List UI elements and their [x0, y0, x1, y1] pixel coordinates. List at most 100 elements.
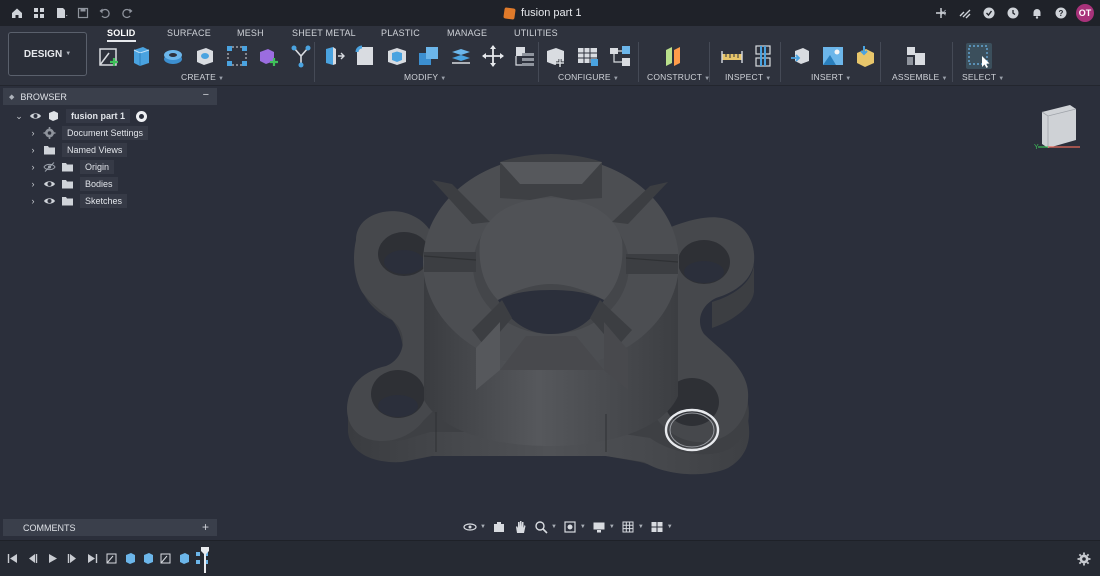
insert-derive-icon[interactable] — [788, 43, 814, 69]
insert-canvas-icon[interactable] — [820, 43, 846, 69]
help-icon[interactable]: ? — [1052, 4, 1070, 22]
tab-manage[interactable]: MANAGE — [447, 28, 487, 38]
timeline-extrude-icon[interactable] — [140, 550, 155, 565]
tree-item-named-views[interactable]: › Named Views — [28, 142, 128, 158]
tree-item-root[interactable]: ⌄ fusion part 1 — [14, 108, 148, 124]
timeline-sketch-icon[interactable] — [104, 550, 119, 565]
canvas-viewport[interactable] — [0, 86, 1100, 540]
activate-radio-icon[interactable] — [136, 110, 148, 122]
tab-surface[interactable]: SURFACE — [167, 28, 211, 38]
eye-icon[interactable] — [28, 110, 42, 122]
extrude-icon[interactable] — [128, 43, 154, 69]
fit-icon[interactable] — [562, 519, 578, 535]
grid-settings-icon[interactable] — [620, 519, 636, 535]
configuration-table-icon[interactable] — [575, 43, 601, 69]
home-icon[interactable] — [8, 4, 26, 22]
tree-item-bodies[interactable]: › Bodies — [28, 176, 118, 192]
gear-icon[interactable] — [1077, 552, 1091, 566]
collapse-icon[interactable]: − — [203, 89, 209, 101]
save-icon[interactable] — [74, 4, 92, 22]
revolve-icon[interactable] — [160, 43, 186, 69]
configure-group-label[interactable]: CONFIGURE ▼ — [558, 72, 619, 82]
timeline-sketch-icon[interactable] — [158, 550, 173, 565]
caret-down-icon[interactable]: ▼ — [580, 524, 586, 530]
pan-icon[interactable] — [512, 519, 528, 535]
fillet-icon[interactable] — [352, 43, 378, 69]
caret-down-icon[interactable]: ▼ — [667, 524, 673, 530]
add-comment-icon[interactable]: + — [202, 520, 209, 534]
move-icon[interactable] — [480, 43, 506, 69]
avatar[interactable]: OT — [1076, 4, 1094, 22]
derive-icon[interactable] — [288, 43, 314, 69]
chevron-right-icon[interactable]: › — [28, 128, 38, 138]
new-component-icon[interactable] — [903, 43, 929, 69]
create-sketch-icon[interactable] — [96, 43, 122, 69]
insert-mcmaster-icon[interactable] — [852, 43, 878, 69]
offset-plane-icon[interactable] — [661, 43, 687, 69]
browser-header[interactable]: ◆ BROWSER − — [3, 88, 217, 105]
grid-icon[interactable] — [30, 4, 48, 22]
go-to-start-icon[interactable] — [6, 552, 18, 564]
play-icon[interactable] — [46, 552, 58, 564]
tab-plastic[interactable]: PLASTIC — [381, 28, 420, 38]
timeline-marker[interactable] — [201, 547, 209, 573]
press-pull-icon[interactable] — [320, 43, 346, 69]
shell-icon[interactable] — [384, 43, 410, 69]
tree-item-sketches[interactable]: › Sketches — [28, 193, 128, 209]
sync-icon[interactable] — [980, 4, 998, 22]
document-tab[interactable]: fusion part 1 — [503, 0, 582, 26]
part-hub[interactable] — [423, 154, 679, 452]
create-form-icon[interactable] — [256, 43, 282, 69]
assemble-group-label[interactable]: ASSEMBLE ▼ — [892, 72, 948, 82]
workspace-dropdown[interactable]: DESIGN ▼ — [8, 32, 87, 76]
eye-hidden-icon[interactable] — [42, 161, 56, 173]
configure-design-icon[interactable] — [543, 43, 569, 69]
eye-icon[interactable] — [42, 178, 56, 190]
pattern-icon[interactable] — [224, 43, 250, 69]
tab-solid[interactable]: SOLID — [107, 28, 136, 42]
view-cube[interactable]: Y — [1030, 100, 1086, 156]
change-parameters-icon[interactable] — [512, 43, 538, 69]
insert-group-label[interactable]: INSERT ▼ — [811, 72, 851, 82]
comments-panel[interactable]: COMMENTS + — [3, 519, 217, 536]
configuration-rules-icon[interactable] — [607, 43, 633, 69]
tab-utilities[interactable]: UTILITIES — [514, 28, 558, 38]
combine-icon[interactable] — [416, 43, 442, 69]
caret-down-icon[interactable]: ▼ — [551, 524, 557, 530]
timeline-extrude-icon[interactable] — [176, 550, 191, 565]
caret-down-icon[interactable]: ▼ — [480, 524, 486, 530]
bell-icon[interactable] — [1028, 4, 1046, 22]
plus-icon[interactable] — [932, 4, 950, 22]
construct-group-label[interactable]: CONSTRUCT ▼ — [647, 72, 710, 82]
section-analysis-icon[interactable] — [751, 43, 777, 69]
clock-icon[interactable] — [1004, 4, 1022, 22]
redo-icon[interactable] — [118, 4, 136, 22]
file-icon[interactable] — [52, 4, 70, 22]
hole-icon[interactable] — [192, 43, 218, 69]
tree-item-origin[interactable]: › Origin — [28, 159, 115, 175]
viewports-icon[interactable] — [649, 519, 665, 535]
tab-mesh[interactable]: MESH — [237, 28, 264, 38]
display-settings-icon[interactable] — [591, 519, 607, 535]
look-at-icon[interactable] — [491, 519, 507, 535]
step-forward-icon[interactable] — [66, 552, 78, 564]
timeline-extrude-icon[interactable] — [122, 550, 137, 565]
align-icon[interactable] — [448, 43, 474, 69]
undo-icon[interactable] — [96, 4, 114, 22]
chevron-right-icon[interactable]: › — [28, 145, 38, 155]
extensions-icon[interactable] — [956, 4, 974, 22]
caret-down-icon[interactable]: ▼ — [638, 524, 644, 530]
measure-icon[interactable] — [719, 43, 745, 69]
modify-group-label[interactable]: MODIFY ▼ — [404, 72, 446, 82]
select-group-label[interactable]: SELECT ▼ — [962, 72, 1004, 82]
eye-icon[interactable] — [42, 195, 56, 207]
inspect-group-label[interactable]: INSPECT ▼ — [725, 72, 771, 82]
chevron-right-icon[interactable]: › — [28, 162, 38, 172]
orbit-icon[interactable] — [462, 519, 478, 535]
caret-down-icon[interactable]: ▼ — [609, 524, 615, 530]
chevron-right-icon[interactable]: › — [28, 196, 38, 206]
select-icon[interactable] — [966, 43, 992, 69]
create-group-label[interactable]: CREATE ▼ — [181, 72, 224, 82]
zoom-icon[interactable] — [533, 519, 549, 535]
step-back-icon[interactable] — [26, 552, 38, 564]
